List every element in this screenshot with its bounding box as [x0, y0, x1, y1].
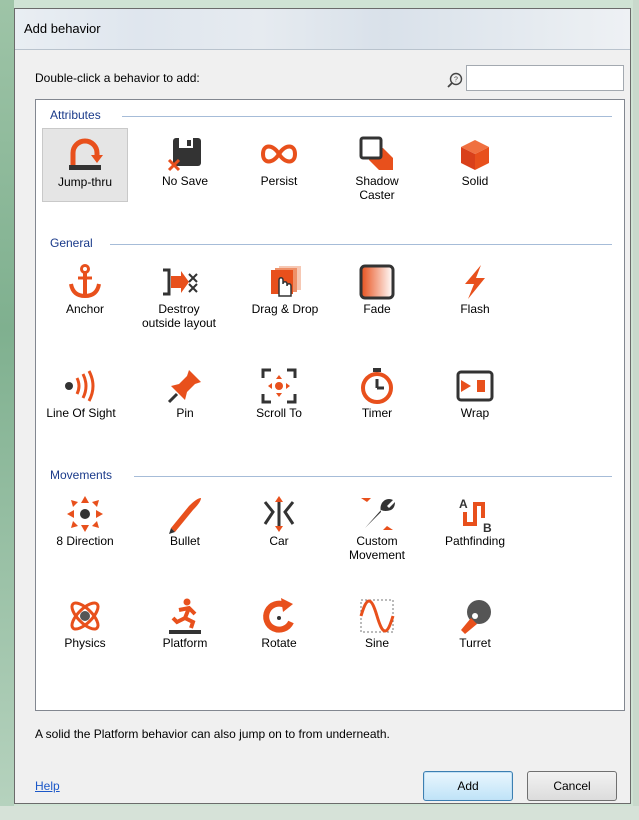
group-divider: [110, 244, 612, 245]
physics-icon: [70, 601, 100, 631]
instruction-text: Double-click a behavior to add:: [35, 71, 200, 85]
behavior-item-custom-movement[interactable]: Custom Movement: [334, 488, 420, 576]
no-save-icon: [167, 138, 201, 172]
behavior-item-bullet[interactable]: Bullet: [142, 488, 228, 568]
behavior-item-8-direction[interactable]: 8 Direction: [42, 488, 128, 568]
infinity-icon: [260, 144, 298, 164]
behavior-item-anchor[interactable]: Anchor: [42, 256, 128, 336]
behavior-item-jump-thru[interactable]: Jump-thru: [42, 128, 128, 202]
group-header-general: General: [50, 236, 93, 250]
solid-cube-icon: [461, 140, 489, 170]
line-of-sight-icon: [65, 370, 95, 402]
timer-icon: [361, 368, 393, 404]
background-window-edge: [0, 0, 14, 820]
behavior-item-platform[interactable]: Platform: [142, 590, 228, 670]
behavior-item-pin[interactable]: Pin: [142, 360, 228, 440]
group-divider: [134, 476, 612, 477]
behavior-item-fade[interactable]: Fade: [334, 256, 420, 336]
behavior-item-shadow-caster[interactable]: Shadow Caster: [334, 128, 420, 212]
behavior-item-drag-drop[interactable]: Drag & Drop: [242, 256, 328, 336]
custom-movement-icon: [361, 498, 395, 530]
anchor-icon: [69, 264, 101, 299]
behavior-item-scroll-to[interactable]: Scroll To: [236, 360, 322, 440]
car-icon: [263, 496, 295, 532]
shadow-caster-icon: [359, 136, 393, 170]
pin-icon: [167, 370, 201, 404]
behavior-item-solid[interactable]: Solid: [432, 128, 518, 202]
eight-direction-icon: [67, 496, 103, 532]
add-behavior-dialog: Add behavior Double-click a behavior to …: [14, 8, 631, 804]
svg-text:A: A: [459, 497, 468, 511]
search-icon: ?: [447, 72, 463, 88]
group-divider: [122, 116, 612, 117]
behavior-item-rotate[interactable]: Rotate: [236, 590, 322, 670]
pathfinding-icon: A B: [459, 497, 492, 534]
cancel-button[interactable]: Cancel: [527, 771, 617, 801]
dialog-title: Add behavior: [24, 21, 101, 36]
platform-icon: [169, 598, 201, 634]
behavior-item-pathfinding[interactable]: A B Pathfinding: [432, 488, 518, 568]
rotate-icon: [263, 598, 294, 633]
background-window-edge-right: [633, 0, 639, 820]
behavior-item-flash[interactable]: Flash: [432, 256, 518, 336]
behavior-item-line-of-sight[interactable]: Line Of Sight: [38, 360, 124, 440]
search-input[interactable]: [466, 65, 624, 91]
group-header-movements: Movements: [50, 468, 113, 482]
behavior-item-persist[interactable]: Persist: [236, 128, 322, 202]
add-button[interactable]: Add: [423, 771, 513, 801]
fade-icon: [359, 264, 395, 300]
destroy-icon: [163, 268, 198, 296]
sine-icon: [359, 599, 395, 633]
jump-thru-icon: [69, 138, 103, 170]
bullet-icon: [169, 498, 201, 534]
flash-icon: [465, 265, 485, 299]
behavior-item-car[interactable]: Car: [236, 488, 322, 568]
background-window-edge-bottom: [0, 806, 639, 820]
behavior-item-sine[interactable]: Sine: [334, 590, 420, 670]
behavior-item-wrap[interactable]: Wrap: [432, 360, 518, 440]
title-bar[interactable]: Add behavior: [15, 9, 630, 50]
behavior-description: A solid the Platform behavior can also j…: [35, 727, 390, 741]
behavior-list[interactable]: Attributes Jump-thru No Save Persist Sha…: [35, 99, 625, 711]
behavior-item-no-save[interactable]: No Save: [142, 128, 228, 202]
wrap-icon: [456, 370, 494, 402]
group-header-attributes: Attributes: [50, 108, 101, 122]
behavior-item-timer[interactable]: Timer: [334, 360, 420, 440]
scroll-to-icon: [261, 368, 297, 404]
svg-text:B: B: [483, 521, 492, 534]
behavior-item-turret[interactable]: Turret: [432, 590, 518, 670]
svg-text:?: ?: [454, 77, 458, 84]
help-link[interactable]: Help: [35, 779, 60, 793]
drag-drop-icon: [271, 266, 301, 297]
behavior-item-physics[interactable]: Physics: [42, 590, 128, 670]
behavior-item-destroy-outside-layout[interactable]: Destroy outside layout: [136, 256, 222, 348]
turret-icon: [461, 600, 491, 634]
